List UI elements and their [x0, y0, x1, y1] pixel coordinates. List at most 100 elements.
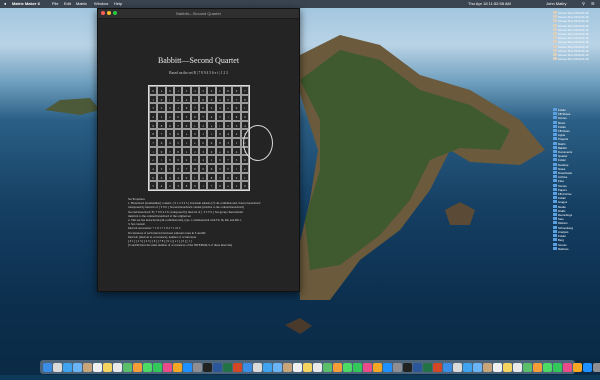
app-menu[interactable]: Matrix Maker II [12, 0, 40, 8]
matrix-cell[interactable]: 7 [149, 137, 158, 147]
matrix-cell[interactable]: 1 [207, 155, 216, 164]
matrix-cell[interactable]: 3 [232, 120, 241, 130]
desktop-item[interactable]: Screen Shot 2019-04-18 [553, 57, 599, 61]
time-machine-icon[interactable] [533, 362, 542, 372]
matrix-cell[interactable]: 3 [149, 103, 158, 112]
matrix-cell[interactable]: 7 [215, 172, 224, 182]
matrix-cell[interactable]: 6 [198, 94, 208, 104]
firefox-icon[interactable] [343, 362, 352, 372]
matrix-cell[interactable]: 5 [149, 181, 158, 190]
matrix-cell[interactable]: 6 [149, 172, 158, 182]
matrix-cell[interactable]: e [198, 172, 208, 182]
matrix-cell[interactable]: 1 [190, 120, 199, 130]
matrix-cell[interactable]: 8 [207, 172, 216, 182]
matrix-cell[interactable]: 0 [157, 94, 166, 104]
xcode-icon[interactable] [543, 362, 552, 372]
menu-matrix[interactable]: Matrix [76, 0, 87, 8]
dropbox-icon[interactable] [383, 362, 392, 372]
matrix-cell[interactable]: 9 [240, 111, 249, 121]
matrix-cell[interactable]: t [198, 181, 208, 190]
chess-icon[interactable] [453, 362, 462, 372]
matrix-cell[interactable]: 6 [165, 120, 174, 130]
matrix-cell[interactable]: 4 [215, 103, 224, 112]
matrix-cell[interactable]: 6 [173, 129, 183, 138]
matrix-cell[interactable]: t [165, 94, 174, 104]
calculator-icon[interactable] [413, 362, 422, 372]
matrix-cell[interactable]: 9 [223, 94, 233, 104]
matrix-cell[interactable]: e [190, 137, 199, 147]
matrix-cell[interactable]: e [182, 129, 191, 138]
powerpoint-icon[interactable] [233, 362, 242, 372]
matrix-cell[interactable]: 1 [232, 137, 241, 147]
matrix-cell[interactable]: 2 [190, 146, 199, 156]
matrix-cell[interactable]: 2 [215, 94, 224, 104]
matrix-cell[interactable]: 4 [182, 94, 191, 104]
window-titlebar[interactable]: Babbitt—Second Quartet [98, 9, 299, 19]
matrix-cell[interactable]: 7 [223, 155, 233, 164]
matrix-cell[interactable]: 9 [215, 129, 224, 138]
matrix-cell[interactable]: 3 [198, 146, 208, 156]
matrix-cell[interactable]: 7 [157, 129, 166, 138]
photos-icon[interactable] [133, 362, 142, 372]
matrix-cell[interactable]: t [157, 155, 166, 164]
matrix-cell[interactable]: 2 [149, 111, 158, 121]
matrix-cell[interactable]: 9 [173, 155, 183, 164]
pages-icon[interactable] [263, 362, 272, 372]
matrix-cell[interactable]: 1 [240, 172, 249, 182]
matrix-cell[interactable]: e [149, 155, 158, 164]
matrix-cell[interactable]: 7 [182, 163, 191, 173]
matrix-cell[interactable]: 8 [190, 163, 199, 173]
finale-icon[interactable] [323, 362, 332, 372]
matrix-cell[interactable]: 3 [182, 86, 191, 95]
matrix-cell[interactable]: 5 [190, 94, 199, 104]
matrix-cell[interactable]: 4 [207, 111, 216, 121]
matrix-cell[interactable]: t [223, 111, 233, 121]
matrix-cell[interactable]: 8 [173, 146, 183, 156]
matrix-cell[interactable]: 1 [149, 94, 158, 104]
bluetooth-icon[interactable] [493, 362, 502, 372]
matrix-cell[interactable]: 0 [240, 181, 249, 190]
matrix-cell[interactable]: 0 [165, 103, 174, 112]
twelve-tone-matrix[interactable]: 0e9t3452186710te45632978320167854e9t21e0… [148, 85, 250, 191]
matrix-cell[interactable]: t [173, 86, 183, 95]
matrix-cell[interactable]: 9 [190, 181, 199, 190]
apple-menu-icon[interactable]: ● [4, 0, 6, 8]
matrix-cell[interactable]: 9 [157, 146, 166, 156]
matrix-cell[interactable]: e [240, 163, 249, 173]
matrix-cell[interactable]: e [223, 181, 233, 190]
menubar-user[interactable]: John Mallry [546, 0, 566, 8]
matrix-cell[interactable]: 4 [223, 129, 233, 138]
activity-icon[interactable] [403, 362, 412, 372]
matrix-cell[interactable]: 8 [198, 103, 208, 112]
sketch-icon[interactable] [553, 362, 562, 372]
matrix-cell[interactable]: 9 [149, 120, 158, 130]
launchpad-icon[interactable] [53, 362, 62, 372]
matrix-cell[interactable]: 2 [207, 86, 216, 95]
chrome-icon[interactable] [333, 362, 342, 372]
finder-icon[interactable] [43, 362, 52, 372]
messages-icon[interactable] [143, 362, 152, 372]
photo-booth-icon[interactable] [463, 362, 472, 372]
preview-icon[interactable] [253, 362, 262, 372]
matrix-maker-icon[interactable] [243, 362, 252, 372]
matrix-cell[interactable]: 1 [165, 163, 174, 173]
menu-window[interactable]: Window [94, 0, 108, 8]
preferences-icon[interactable] [193, 362, 202, 372]
matrix-cell[interactable]: e [215, 146, 224, 156]
matrix-cell[interactable]: 3 [223, 137, 233, 147]
console-icon[interactable] [513, 362, 522, 372]
facetime-icon[interactable] [153, 362, 162, 372]
reminders-icon[interactable] [113, 362, 122, 372]
matrix-cell[interactable]: 8 [232, 111, 241, 121]
matrix-cell[interactable]: 0 [149, 86, 158, 95]
matrix-cell[interactable]: 3 [165, 172, 174, 182]
maps-icon[interactable] [123, 362, 132, 372]
matrix-cell[interactable]: 8 [240, 94, 249, 104]
matrix-cell[interactable]: 3 [207, 94, 216, 104]
matrix-cell[interactable]: t [182, 137, 191, 147]
matrix-cell[interactable]: 4 [149, 163, 158, 173]
matrix-cell[interactable]: 4 [198, 155, 208, 164]
matrix-cell[interactable]: e [223, 103, 233, 112]
matrix-cell[interactable]: 6 [157, 137, 166, 147]
matrix-cell[interactable]: 2 [232, 129, 241, 138]
